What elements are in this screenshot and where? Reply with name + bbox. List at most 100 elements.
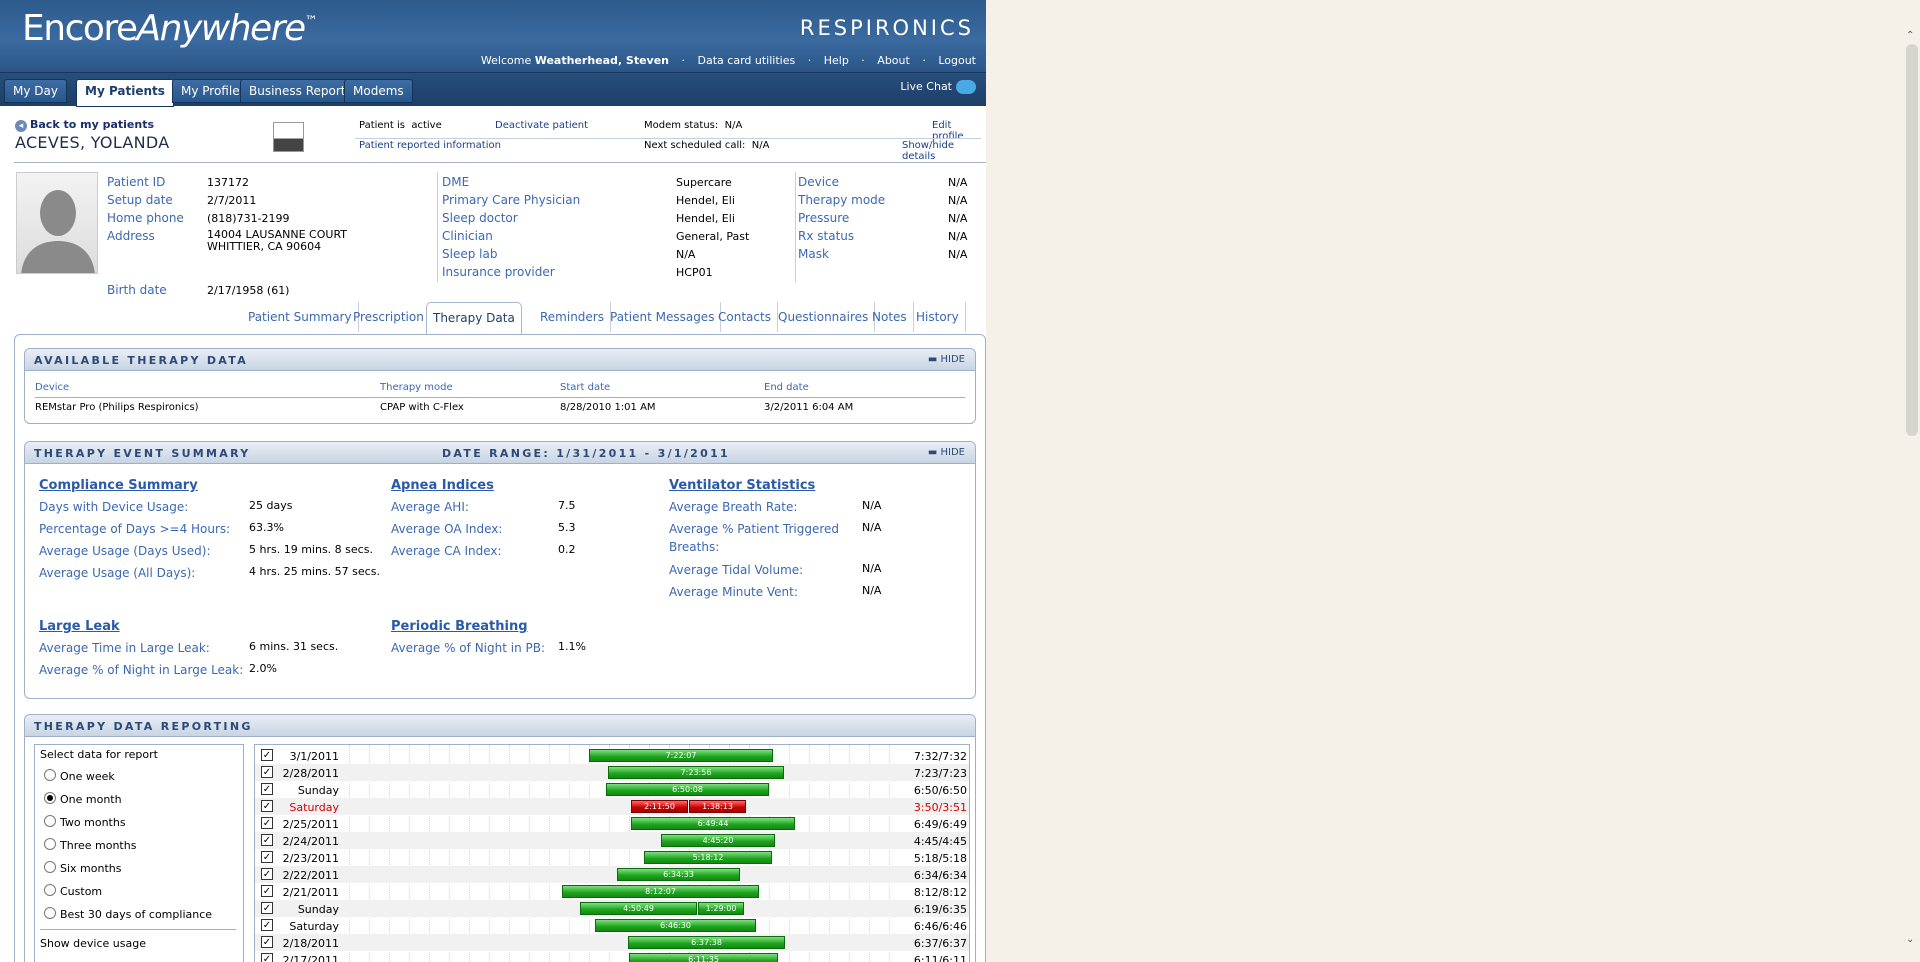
nav-my-profile[interactable]: My Profile — [172, 79, 249, 103]
live-chat-label: Live Chat — [900, 80, 952, 93]
radio-two-months[interactable] — [44, 815, 56, 827]
ventilator-statistics-heading[interactable]: Ventilator Statistics — [669, 478, 815, 493]
usage-total: 6:46/6:46 — [913, 920, 967, 933]
tab-prescription[interactable]: Prescription — [347, 302, 431, 332]
home-phone-label: Home phone — [107, 211, 184, 225]
radio-six-months[interactable] — [44, 861, 56, 873]
setup-date-value: 2/7/2011 — [207, 194, 257, 207]
usage-bar[interactable]: 1:38:13 — [689, 800, 746, 813]
tab-history[interactable]: History — [910, 302, 966, 332]
tab-patient-summary[interactable]: Patient Summary — [242, 302, 359, 332]
usage-bar[interactable]: 1:29:00 — [698, 902, 744, 915]
usage-bar[interactable]: 6:37:38 — [628, 936, 785, 949]
usage-bar[interactable]: 4:50:49 — [580, 902, 697, 915]
usage-bar[interactable]: 5:18:12 — [644, 851, 772, 864]
deactivate-patient-link[interactable]: Deactivate patient — [495, 120, 588, 131]
day-checkbox[interactable]: ✓ — [261, 817, 273, 829]
divider — [14, 162, 986, 163]
day-checkbox[interactable]: ✓ — [261, 800, 273, 812]
respironics-logo: RESPIRONICS — [799, 16, 974, 40]
day-checkbox[interactable]: ✓ — [261, 749, 273, 761]
day-checkbox[interactable]: ✓ — [261, 953, 273, 962]
radio-one-month[interactable] — [44, 792, 56, 804]
tab-therapy-data[interactable]: Therapy Data — [426, 302, 522, 335]
trademark: ™ — [304, 14, 318, 29]
rx-status-value: N/A — [948, 230, 968, 243]
tab-notes[interactable]: Notes — [866, 302, 914, 332]
col-end-date: End date — [764, 382, 809, 393]
usage-bar[interactable]: 7:23:56 — [608, 766, 784, 779]
scroll-up-icon[interactable]: ⌃ — [1906, 30, 1914, 41]
tab-reminders[interactable]: Reminders — [534, 302, 611, 332]
radio-custom[interactable] — [44, 884, 56, 896]
day-checkbox[interactable]: ✓ — [261, 851, 273, 863]
tab-patient-messages[interactable]: Patient Messages — [604, 302, 722, 332]
insurance-label: Insurance provider — [442, 265, 555, 279]
usage-bar[interactable]: 8:12:07 — [562, 885, 759, 898]
birth-date-label: Birth date — [107, 283, 167, 297]
device-label: Device — [798, 175, 840, 189]
hide-button[interactable]: ▬ HIDE — [928, 447, 965, 458]
device-cell: REMstar Pro (Philips Respironics) — [35, 402, 199, 413]
usage-bar[interactable]: 6:11:35 — [629, 953, 778, 962]
show-hide-details-link[interactable]: Show/hide details — [902, 140, 986, 162]
periodic-breathing-heading[interactable]: Periodic Breathing — [391, 619, 528, 634]
radio-one-week[interactable] — [44, 769, 56, 781]
nav-business-reports[interactable]: Business Reports — [240, 79, 361, 103]
day-checkbox[interactable]: ✓ — [261, 868, 273, 880]
hide-label: HIDE — [940, 447, 966, 458]
apnea-indices-heading[interactable]: Apnea Indices — [391, 478, 494, 493]
large-leak-heading[interactable]: Large Leak — [39, 619, 120, 634]
back-to-patients-link[interactable]: ◂ Back to my patients — [15, 118, 154, 132]
compliance-summary-heading[interactable]: Compliance Summary — [39, 478, 198, 493]
day-checkbox[interactable]: ✓ — [261, 834, 273, 846]
live-chat-button[interactable]: Live Chat — [900, 80, 976, 94]
radio-label: Best 30 days of compliance — [60, 908, 213, 921]
therapy-data-reporting-panel: THERAPY DATA REPORTING Select data for r… — [24, 714, 976, 962]
patient-reported-info-link[interactable]: Patient reported information — [359, 140, 501, 151]
next-call-value: N/A — [751, 140, 770, 151]
radio-best-30-days-of-compliance[interactable] — [44, 907, 56, 919]
usage-bar[interactable]: 6:49:44 — [631, 817, 795, 830]
barcode-thumbnail[interactable] — [273, 122, 304, 152]
minus-icon: ▬ — [927, 354, 941, 365]
tab-contacts[interactable]: Contacts — [712, 302, 778, 332]
usage-total: 6:19/6:35 — [913, 903, 967, 916]
table-row — [255, 798, 969, 815]
day-label: Sunday — [297, 903, 339, 916]
radio-label: One week — [60, 770, 115, 783]
nav-my-patients[interactable]: My Patients — [76, 79, 174, 107]
tab-questionnaires[interactable]: Questionnaires — [772, 302, 876, 332]
day-checkbox[interactable]: ✓ — [261, 783, 273, 795]
day-label: Sunday — [297, 784, 339, 797]
top-links: Welcome Weatherhead, Steven · Data card … — [480, 54, 976, 67]
scroll-down-icon[interactable]: ⌄ — [1906, 934, 1914, 945]
day-checkbox[interactable]: ✓ — [261, 766, 273, 778]
day-checkbox[interactable]: ✓ — [261, 919, 273, 931]
usage-total: 8:12/8:12 — [913, 886, 967, 899]
logout-link[interactable]: Logout — [938, 54, 976, 67]
radio-three-months[interactable] — [44, 838, 56, 850]
day-checkbox[interactable]: ✓ — [261, 936, 273, 948]
usage-bar[interactable]: 6:34:33 — [617, 868, 740, 881]
usage-bar[interactable]: 6:50:08 — [606, 783, 769, 796]
help-link[interactable]: Help — [824, 54, 849, 67]
stat-value: N/A — [862, 562, 882, 575]
about-link[interactable]: About — [877, 54, 910, 67]
day-checkbox[interactable]: ✓ — [261, 902, 273, 914]
patient-status: Patient is active — [359, 120, 442, 131]
usage-bar[interactable]: 2:11:50 — [631, 800, 688, 813]
nav-my-day[interactable]: My Day — [4, 79, 67, 103]
hide-label: HIDE — [940, 354, 966, 365]
usage-total: 6:49/6:49 — [913, 818, 967, 831]
scrollbar-thumb[interactable] — [1906, 44, 1918, 436]
table-row — [255, 866, 969, 883]
usage-bar[interactable]: 6:46:30 — [595, 919, 756, 932]
data-card-utilities-link[interactable]: Data card utilities — [698, 54, 796, 67]
usage-bar[interactable]: 7:22:07 — [589, 749, 773, 762]
usage-bar[interactable]: 4:45:20 — [661, 834, 775, 847]
nav-modems[interactable]: Modems — [344, 79, 413, 103]
radio-label: Three months — [60, 839, 137, 852]
hide-button[interactable]: ▬ HIDE — [928, 354, 965, 365]
day-checkbox[interactable]: ✓ — [261, 885, 273, 897]
